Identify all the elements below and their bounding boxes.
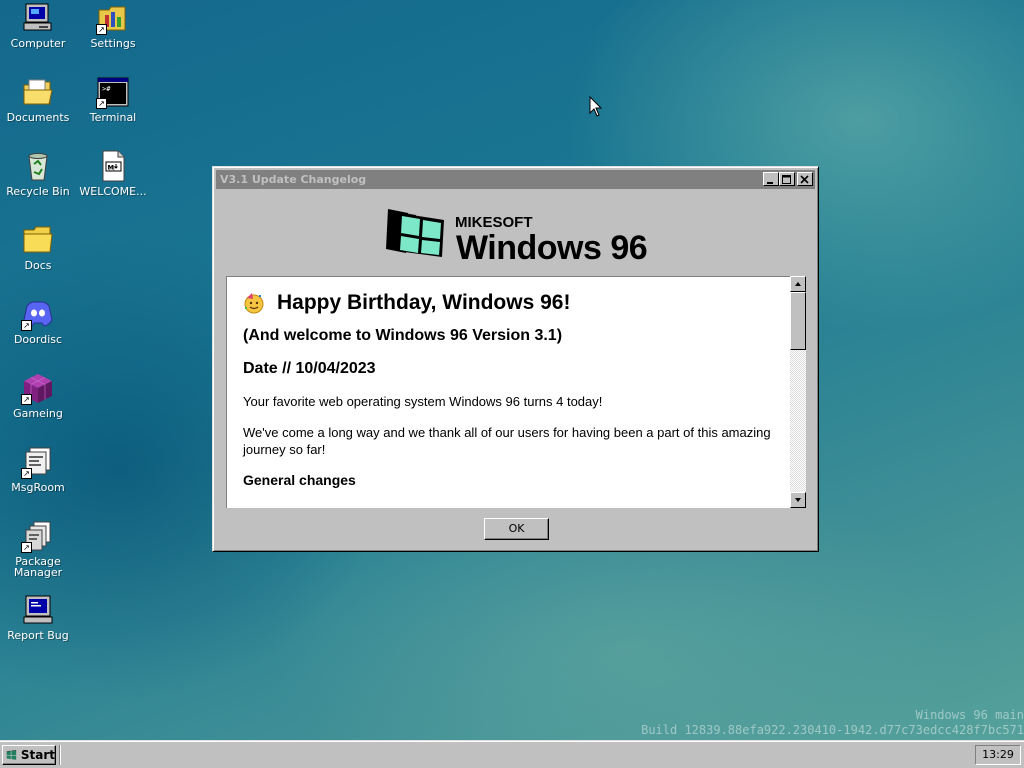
folder-icon: [22, 224, 54, 256]
desktop-icon-label: Settings: [90, 37, 136, 50]
changelog-subheading: (And welcome to Windows 96 Version 3.1): [243, 327, 563, 344]
desktop-icon-gameing[interactable]: ↗ Gameing: [1, 372, 75, 419]
scroll-down-button[interactable]: [790, 492, 806, 508]
build-watermark-line: Build 12839.88efa922.230410-1942.d77c73e…: [641, 723, 1024, 737]
window-titlebar[interactable]: V3.1 Update Changelog: [216, 170, 815, 189]
changelog-paragraph: We've come a long way and we thank all o…: [243, 425, 771, 457]
desktop-icon-doordisc[interactable]: ↗ Doordisc: [1, 298, 75, 345]
desktop-icon-label: Gameing: [13, 407, 63, 420]
desktop-icon-msgroom[interactable]: ↗ MsgRoom: [1, 446, 75, 493]
desktop-icon-label: Doordisc: [13, 333, 63, 346]
taskbar-separator: [59, 745, 61, 765]
shortcut-arrow-icon: ↗: [96, 98, 107, 109]
game-cube-icon: ↗: [21, 372, 54, 405]
build-watermark: Windows 96 main Build 12839.88efa922.230…: [641, 708, 1024, 738]
mouse-cursor-icon: [589, 95, 603, 118]
svg-text:M: M: [108, 164, 114, 172]
package-manager-icon: ↗: [21, 520, 54, 553]
system-tray-clock[interactable]: 13:29: [975, 745, 1021, 765]
changelog-content: Happy Birthday, Windows 96! (And welcome…: [226, 276, 790, 508]
desktop-icon-package-manager[interactable]: ↗ Package Manager: [1, 520, 75, 578]
desktop-icon-label: Documents: [6, 111, 70, 124]
desktop-icon-terminal[interactable]: ># ↗ Terminal: [76, 76, 150, 123]
desktop-icon-settings[interactable]: ↗ Settings: [76, 2, 150, 49]
desktop-icon-label: Recycle Bin: [6, 185, 70, 198]
vertical-scrollbar[interactable]: [790, 276, 806, 508]
shortcut-arrow-icon: ↗: [21, 468, 32, 479]
build-watermark-line: Windows 96 main: [915, 708, 1024, 722]
windows-flag-icon: [6, 750, 17, 760]
changelog-paragraph: Your favorite web operating system Windo…: [243, 394, 603, 409]
desktop-icon-label: Computer: [10, 37, 66, 50]
desktop-icon-label: Docs: [24, 259, 52, 272]
minimize-button[interactable]: [763, 172, 779, 186]
window-title: V3.1 Update Changelog: [220, 173, 367, 186]
logo-product: Windows 96: [456, 229, 647, 267]
shortcut-arrow-icon: ↗: [96, 24, 107, 35]
desktop-icon-recycle-bin[interactable]: Recycle Bin: [1, 150, 75, 197]
scroll-up-button[interactable]: [790, 276, 806, 292]
arrow-down-icon: [795, 498, 801, 502]
settings-icon: ↗: [96, 2, 129, 35]
start-label: Start: [20, 748, 55, 762]
maximize-icon: [782, 175, 791, 184]
documents-folder-icon: [22, 76, 54, 108]
party-face-icon: [244, 293, 264, 314]
desktop-icon-computer[interactable]: Computer: [1, 2, 75, 49]
close-button[interactable]: [797, 172, 813, 186]
ok-button[interactable]: OK: [484, 518, 549, 540]
computer-icon: [22, 2, 54, 34]
desktop-icon-welcome-file[interactable]: M WELCOME...: [76, 150, 150, 197]
start-button[interactable]: Start: [2, 745, 56, 765]
recycle-bin-icon: [22, 150, 54, 182]
close-icon: [800, 175, 809, 184]
desktop-icon-report-bug[interactable]: Report Bug: [1, 594, 75, 641]
taskbar: Start 13:29: [0, 740, 1024, 768]
scroll-thumb[interactable]: [790, 292, 806, 350]
changelog-section-title: General changes: [243, 472, 356, 488]
changelog-window: V3.1 Update Changelog MIKESOFT Windows 9…: [212, 166, 819, 552]
windows-flag-logo-icon: [386, 209, 444, 257]
changelog-heading: Happy Birthday, Windows 96!: [243, 291, 774, 315]
desktop-icon-documents[interactable]: Documents: [1, 76, 75, 123]
arrow-up-icon: [795, 282, 801, 286]
shortcut-arrow-icon: ↗: [21, 542, 32, 553]
shortcut-arrow-icon: ↗: [21, 320, 32, 331]
shortcut-arrow-icon: ↗: [21, 394, 32, 405]
desktop-icon-label: Package Manager: [13, 555, 63, 579]
report-bug-icon: [22, 594, 54, 626]
desktop-icon-docs[interactable]: Docs: [1, 224, 75, 271]
windows-96-logo: MIKESOFT Windows 96: [216, 191, 815, 275]
desktop-icon-label: Report Bug: [7, 629, 69, 642]
markdown-file-icon: M: [97, 150, 129, 182]
msgroom-icon: ↗: [21, 446, 54, 479]
desktop-icon-label: Terminal: [89, 111, 137, 124]
minimize-icon: [767, 182, 773, 184]
doordisc-icon: ↗: [21, 298, 54, 331]
maximize-button[interactable]: [779, 172, 795, 186]
desktop-icon-label: MsgRoom: [11, 481, 65, 494]
terminal-icon: ># ↗: [96, 76, 129, 109]
desktop-icon-label: WELCOME...: [79, 185, 147, 198]
changelog-date: Date // 10/04/2023: [243, 360, 376, 377]
svg-text:>#: >#: [102, 85, 111, 93]
